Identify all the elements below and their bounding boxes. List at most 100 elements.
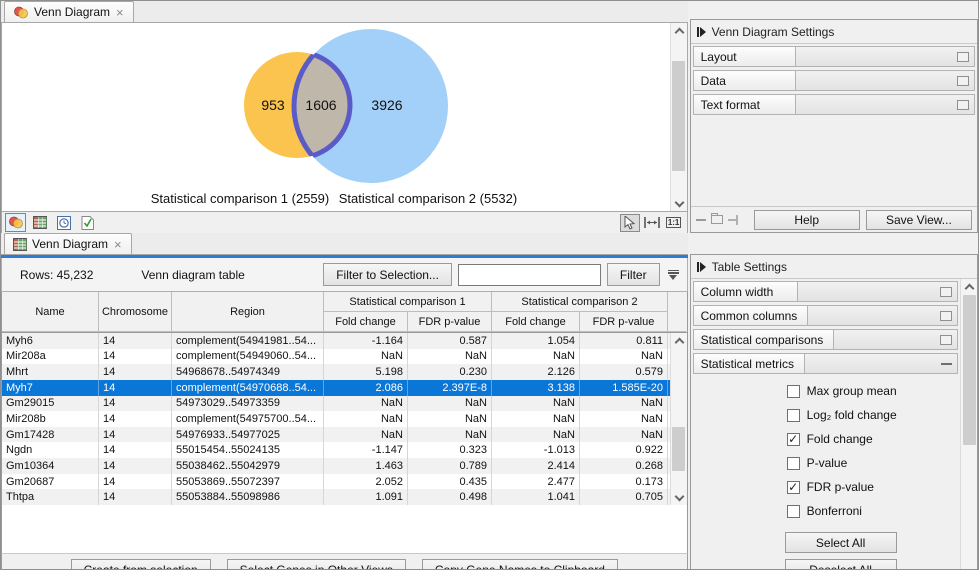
- column-header-region[interactable]: Region: [172, 292, 324, 332]
- column-header-fdr-p-value-1[interactable]: FDR p-value: [408, 312, 492, 332]
- scroll-thumb[interactable]: [963, 295, 976, 445]
- fit-width-tool[interactable]: [642, 214, 662, 232]
- checkbox[interactable]: [787, 457, 800, 470]
- table-row[interactable]: Gm206871455053869..550723972.0520.4352.4…: [2, 474, 670, 490]
- scroll-up-icon[interactable]: [670, 23, 687, 39]
- collapse-box-icon[interactable]: [941, 363, 952, 365]
- table-row[interactable]: Mir208b14complement(54975700..54...NaNNa…: [2, 411, 670, 427]
- venn-view: Venn Diagram × 953: [1, 1, 688, 233]
- table-icon: [13, 238, 27, 251]
- deselect-all-button[interactable]: Deselect All: [785, 559, 897, 570]
- scroll-up-icon[interactable]: [961, 279, 978, 295]
- expand-box-icon[interactable]: [940, 335, 952, 345]
- zoom-100-tool[interactable]: 1:1: [664, 214, 684, 232]
- panel-title: Venn Diagram Settings: [712, 25, 835, 39]
- table-settings-column: Table Settings Column width Common colum…: [690, 233, 978, 570]
- table-row[interactable]: Mhrt1454968678..549743495.1980.2302.1260…: [2, 364, 670, 380]
- table-row[interactable]: Gm290151454973029..54973359NaNNaNNaNNaN: [2, 396, 670, 412]
- metric-p-value[interactable]: P-value: [787, 456, 959, 470]
- filter-button[interactable]: Filter: [607, 263, 660, 286]
- settings-section-layout[interactable]: Layout: [693, 46, 975, 67]
- collapse-all-icon[interactable]: [696, 219, 706, 221]
- settings-section-text-format[interactable]: Text format: [693, 94, 975, 115]
- venn-diagram: 953 1606 3926 Statistical comparison 1 (…: [2, 23, 670, 211]
- pointer-tool[interactable]: [620, 214, 640, 232]
- group-header-comparison-2[interactable]: Statistical comparison 2: [492, 292, 668, 312]
- expand-box-icon[interactable]: [957, 52, 969, 62]
- checkbox[interactable]: [787, 385, 800, 398]
- table-row[interactable]: Gm174281454976933..54977025NaNNaNNaNNaN: [2, 427, 670, 443]
- metric-max-group-mean[interactable]: Max group mean: [787, 384, 959, 398]
- metric-bonferroni[interactable]: Bonferroni: [787, 504, 959, 518]
- checkbox[interactable]: [787, 433, 800, 446]
- column-header-fdr-p-value-2[interactable]: FDR p-value: [580, 312, 668, 332]
- settings-section-statistical-comparisons[interactable]: Statistical comparisons: [693, 329, 958, 350]
- venn-settings-header[interactable]: Venn Diagram Settings: [691, 20, 977, 44]
- fit-width-icon: [644, 217, 660, 228]
- table-row[interactable]: Myh614complement(54941981..54...-1.1640.…: [2, 333, 670, 349]
- cursor-icon: [624, 216, 635, 230]
- scroll-up-icon[interactable]: [670, 333, 687, 349]
- save-view-button[interactable]: Save View...: [866, 210, 972, 230]
- table-header: Name Chromosome Region Statistical compa…: [2, 292, 687, 333]
- checkbox[interactable]: [787, 481, 800, 494]
- column-header-name[interactable]: Name: [2, 292, 99, 332]
- column-header-fold-change-1[interactable]: Fold change: [324, 312, 408, 332]
- settings-section-data[interactable]: Data: [693, 70, 975, 91]
- table-row-selected[interactable]: Myh714complement(54970688..54...2.0862.3…: [2, 380, 670, 396]
- metric-log2-fold-change[interactable]: Log₂ fold change: [787, 408, 959, 422]
- expand-box-icon[interactable]: [957, 100, 969, 110]
- scroll-down-icon[interactable]: [670, 489, 687, 505]
- table-row[interactable]: Gm103641455038462..550429791.4630.7892.4…: [2, 458, 670, 474]
- table-view-icon[interactable]: [29, 213, 50, 232]
- close-icon[interactable]: ×: [115, 6, 125, 19]
- venn-set1-count: 953: [261, 97, 285, 113]
- expand-box-icon[interactable]: [940, 287, 952, 297]
- venn-diagram-svg[interactable]: 953 1606 3926 Statistical comparison 1 (…: [2, 23, 652, 209]
- settings-section-statistical-metrics[interactable]: Statistical metrics: [693, 353, 958, 374]
- metric-fdr-p-value[interactable]: FDR p-value: [787, 480, 959, 494]
- checkbox[interactable]: [787, 409, 800, 422]
- history-view-icon[interactable]: [53, 213, 74, 232]
- scroll-thumb[interactable]: [672, 427, 685, 471]
- checkbox[interactable]: [787, 505, 800, 518]
- scroll-down-icon[interactable]: [961, 565, 978, 570]
- settings-vertical-scrollbar[interactable]: [960, 279, 977, 570]
- tab-venn-diagram[interactable]: Venn Diagram ×: [4, 1, 134, 22]
- venn-set2-count: 3926: [371, 97, 402, 113]
- filter-input[interactable]: [458, 264, 601, 286]
- section-label: Common columns: [693, 305, 809, 326]
- close-icon[interactable]: ×: [113, 238, 123, 251]
- venn-view-icon[interactable]: [5, 213, 26, 232]
- column-header-chromosome[interactable]: Chromosome: [99, 292, 172, 332]
- expand-box-icon[interactable]: [957, 76, 969, 86]
- bottom-section: Venn Diagram × Rows: 45,232 Venn diagram…: [1, 233, 978, 570]
- venn-vertical-scrollbar[interactable]: [670, 23, 687, 211]
- scroll-thumb[interactable]: [672, 61, 685, 171]
- select-genes-other-views-button[interactable]: Select Genes in Other Views: [227, 559, 406, 570]
- column-header-fold-change-2[interactable]: Fold change: [492, 312, 580, 332]
- top-section: Venn Diagram × 953: [1, 1, 978, 233]
- create-from-selection-button[interactable]: Create from selection: [71, 559, 211, 570]
- scroll-down-icon[interactable]: [670, 195, 687, 211]
- dock-icon: [728, 215, 738, 225]
- metric-fold-change[interactable]: Fold change: [787, 432, 959, 446]
- filter-to-selection-button[interactable]: Filter to Selection...: [323, 263, 452, 286]
- group-header-comparison-1[interactable]: Statistical comparison 1: [324, 292, 492, 312]
- settings-section-column-width[interactable]: Column width: [693, 281, 958, 302]
- folder-icon[interactable]: [711, 215, 723, 224]
- table-row[interactable]: Thtpa1455053884..550989861.0910.4981.041…: [2, 489, 670, 505]
- help-button[interactable]: Help: [754, 210, 860, 230]
- table-row[interactable]: Ngdn1455015454..55024135-1.1470.323-1.01…: [2, 442, 670, 458]
- advanced-filter-icon[interactable]: [668, 270, 679, 280]
- copy-gene-names-button[interactable]: Copy Gene Names to Clipboard: [422, 559, 618, 570]
- table-vertical-scrollbar[interactable]: [670, 333, 687, 505]
- table-view-tab-bar: Venn Diagram ×: [1, 233, 688, 255]
- table-settings-header[interactable]: Table Settings: [691, 255, 977, 279]
- expand-box-icon[interactable]: [940, 311, 952, 321]
- settings-section-common-columns[interactable]: Common columns: [693, 305, 958, 326]
- tab-venn-diagram-table[interactable]: Venn Diagram ×: [4, 233, 132, 254]
- select-all-button[interactable]: Select All: [785, 532, 897, 553]
- table-row[interactable]: Mir208a14complement(54949060..54...NaNNa…: [2, 349, 670, 365]
- element-info-view-icon[interactable]: [77, 213, 98, 232]
